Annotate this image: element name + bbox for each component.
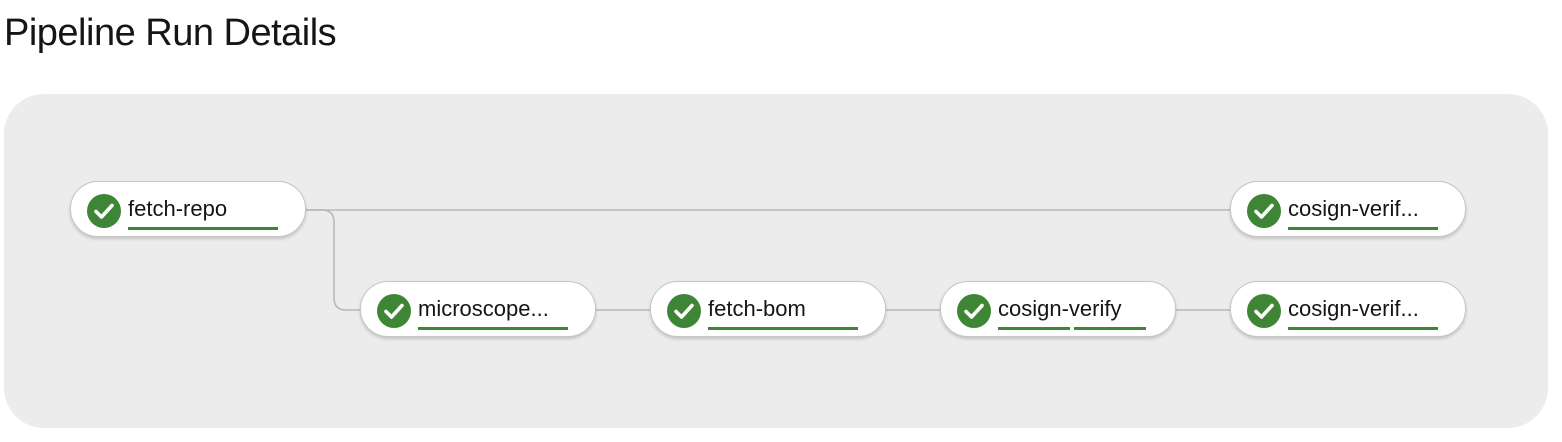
task-node-microscope[interactable]: microscope...	[360, 281, 596, 337]
task-node-cosign-verify-bottom[interactable]: cosign-verif...	[1230, 281, 1466, 337]
check-circle-icon	[667, 294, 701, 328]
task-progress-bar	[1288, 227, 1438, 230]
task-label: microscope...	[418, 296, 549, 321]
check-circle-icon	[957, 294, 991, 328]
check-circle-icon	[87, 194, 121, 228]
task-label: cosign-verif...	[1288, 296, 1419, 321]
task-label: cosign-verify	[998, 296, 1122, 321]
check-circle-icon	[1247, 194, 1281, 228]
task-progress-bar	[418, 327, 568, 330]
task-progress-bar	[708, 327, 858, 330]
task-progress-bar	[128, 227, 278, 230]
task-progress-bar	[1288, 327, 1438, 330]
check-circle-icon	[1247, 294, 1281, 328]
task-label: cosign-verif...	[1288, 196, 1419, 221]
task-progress-bar	[998, 327, 1070, 330]
task-label: fetch-repo	[128, 196, 228, 221]
check-circle-icon	[377, 294, 411, 328]
task-label: fetch-bom	[708, 296, 806, 321]
task-progress-bar	[1074, 327, 1146, 330]
task-node-fetch-bom[interactable]: fetch-bom	[650, 281, 886, 337]
task-node-cosign-verify[interactable]: cosign-verify	[940, 281, 1176, 337]
task-node-fetch-repo[interactable]: fetch-repo	[70, 181, 306, 237]
page-title: Pipeline Run Details	[4, 12, 337, 54]
pipeline-graph	[4, 94, 1548, 428]
task-node-cosign-verify-top[interactable]: cosign-verif...	[1230, 181, 1466, 237]
